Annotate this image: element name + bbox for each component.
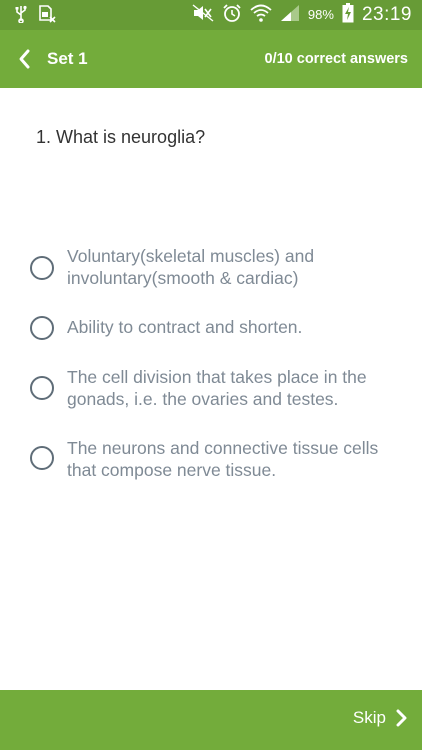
answer-option-text: The neurons and connective tissue cells … <box>67 438 379 480</box>
status-right-icons: 98% 23:19 <box>192 3 412 26</box>
answer-option-2[interactable]: Ability to contract and shorten. <box>30 316 400 340</box>
answer-option-text: Voluntary(skeletal muscles) and involunt… <box>67 246 315 288</box>
signal-icon <box>280 4 300 25</box>
skip-button[interactable]: Skip <box>353 708 408 728</box>
radio-button[interactable] <box>30 316 54 340</box>
chevron-left-icon <box>19 49 30 69</box>
chevron-right-icon <box>396 709 407 727</box>
question-text: 1. What is neuroglia? <box>36 127 206 147</box>
radio-button[interactable] <box>30 376 54 400</box>
page-title: Set 1 <box>47 49 88 68</box>
app-bar: Set 1 0/10 correct answers <box>0 30 422 88</box>
status-left-icons <box>14 5 56 28</box>
mute-icon <box>192 4 214 25</box>
usb-icon <box>14 5 28 28</box>
wifi-icon <box>250 3 272 26</box>
status-bar: 98% 23:19 <box>0 0 422 30</box>
clock: 23:19 <box>361 3 412 25</box>
back-button[interactable] <box>14 48 36 70</box>
battery-charging-icon <box>342 3 354 26</box>
skip-label: Skip <box>352 708 386 727</box>
alarm-icon <box>222 3 242 26</box>
sim-card-icon <box>38 5 56 28</box>
answer-option-3[interactable]: The cell division that takes place in th… <box>30 367 400 409</box>
answer-option-4[interactable]: The neurons and connective tissue cells … <box>30 438 400 480</box>
answer-option-text: The cell division that takes place in th… <box>67 367 367 409</box>
radio-button[interactable] <box>30 446 54 470</box>
radio-button[interactable] <box>30 256 54 280</box>
battery-percent: 98% <box>307 7 334 22</box>
answer-option-1[interactable]: Voluntary(skeletal muscles) and involunt… <box>30 246 400 288</box>
bottom-bar: Skip <box>0 690 422 750</box>
answer-option-text: Ability to contract and shorten. <box>67 317 303 337</box>
correct-answers-count: 0/10 correct answers <box>264 51 408 67</box>
